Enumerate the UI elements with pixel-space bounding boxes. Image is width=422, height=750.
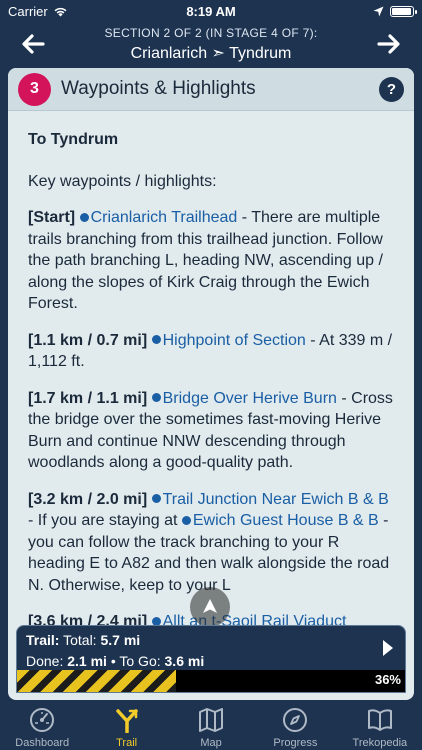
nav-title-block: SECTION 2 OF 2 (IN STAGE 4 OF 7): Crianl…	[66, 26, 356, 63]
card-body[interactable]: To Tyndrum Key waypoints / highlights: […	[8, 111, 414, 632]
dashboard-icon	[30, 708, 55, 732]
map-icon	[199, 708, 224, 732]
trail-total-prefix: Total:	[63, 632, 97, 648]
tab-dashboard[interactable]: Dashboard	[0, 700, 84, 750]
trail-label: Trail:	[26, 632, 60, 648]
trail-fork-icon	[115, 709, 138, 733]
status-right	[274, 5, 417, 17]
waypoint-dot-icon	[79, 212, 89, 222]
trail-done-label: Done:	[26, 653, 64, 669]
step-number-badge: 3	[18, 72, 51, 106]
tab-label: Trail	[116, 737, 138, 749]
next-section-button[interactable]	[356, 22, 422, 66]
waypoint-item: [1.1 km / 0.7 mi] Highpoint of Section -…	[28, 330, 394, 373]
waypoint-dot-icon	[181, 515, 191, 525]
navigation-triangle-icon	[203, 599, 217, 613]
help-button[interactable]: ?	[379, 76, 404, 102]
trail-progress-fill	[17, 670, 176, 692]
waypoint-distance: [1.7 km / 1.1 mi]	[28, 389, 148, 407]
route-title: Crianlarich ➣ Tyndrum	[66, 43, 356, 63]
trail-progress-bar: 36%	[17, 670, 405, 692]
tab-trail[interactable]: Trail	[84, 700, 168, 750]
previous-section-button[interactable]	[0, 22, 66, 66]
card-title: Waypoints & Highlights	[61, 78, 256, 99]
tab-trekopedia[interactable]: Trekopedia	[338, 700, 422, 750]
waypoint-item: [3.2 km / 2.0 mi] Trail Junction Near Ew…	[28, 489, 394, 597]
section-nav-header: SECTION 2 OF 2 (IN STAGE 4 OF 7): Crianl…	[0, 22, 422, 66]
status-bar: Carrier 8:19 AM	[0, 0, 422, 22]
trail-togo-value: 3.6 mi	[164, 653, 205, 669]
tab-map[interactable]: Map	[169, 700, 253, 750]
navigate-floating-button[interactable]	[190, 587, 230, 627]
arrow-right-icon	[377, 34, 400, 54]
waypoint-link-secondary[interactable]: Ewich Guest House B & B	[193, 512, 379, 529]
compass-icon	[283, 708, 308, 732]
status-time: 8:19 AM	[186, 3, 236, 19]
route-separator: ➣	[211, 44, 225, 62]
tab-label: Map	[200, 737, 222, 749]
arrow-left-icon	[22, 34, 45, 54]
intro-text: Key waypoints / highlights:	[28, 172, 217, 190]
status-left: Carrier	[8, 4, 148, 19]
route-to: Tyndrum	[229, 44, 292, 62]
waypoint-dot-icon	[151, 393, 161, 403]
trail-progress-percent: 36%	[374, 672, 401, 687]
carrier-label: Carrier	[8, 3, 48, 19]
trail-done-row: Done: 2.1 mi • To Go: 3.6 mi	[26, 651, 396, 672]
wifi-icon	[54, 7, 67, 16]
trail-total-value: 5.7 mi	[100, 632, 141, 648]
chevron-right-icon[interactable]	[381, 638, 395, 658]
waypoint-link[interactable]: Trail Junction Near Ewich B & B	[163, 491, 389, 508]
tab-label: Trekopedia	[352, 737, 408, 749]
tab-label: Progress	[273, 737, 318, 749]
section-indicator: SECTION 2 OF 2 (IN STAGE 4 OF 7):	[104, 25, 318, 40]
waypoint-item: [Start] Crianlarich Trailhead - There ar…	[28, 207, 394, 315]
card-header: 3 Waypoints & Highlights ?	[8, 68, 414, 111]
question-mark-icon: ?	[386, 80, 397, 98]
waypoint-distance: [3.2 km / 2.0 mi]	[28, 490, 148, 508]
book-icon	[367, 709, 392, 731]
battery-icon	[390, 5, 417, 17]
tab-progress[interactable]: Progress	[253, 700, 337, 750]
waypoint-distance: [1.1 km / 0.7 mi]	[28, 331, 148, 349]
route-from: Crianlarich	[130, 44, 208, 62]
waypoint-dot-icon	[151, 494, 161, 504]
waypoint-description: - If you are staying at	[28, 512, 182, 529]
trail-progress-panel[interactable]: Trail: Total: 5.7 mi Done: 2.1 mi • To G…	[16, 625, 406, 693]
trail-togo-label: • To Go:	[110, 653, 161, 669]
waypoint-link[interactable]: Bridge Over Herive Burn	[163, 390, 337, 407]
waypoint-link[interactable]: Highpoint of Section	[163, 332, 306, 349]
waypoint-item: [1.7 km / 1.1 mi] Bridge Over Herive Bur…	[28, 388, 394, 474]
waypoint-distance: [Start]	[28, 209, 76, 226]
location-arrow-icon	[373, 6, 384, 16]
bottom-tab-bar: Dashboard Trail Map Progress Trekopedia	[0, 700, 422, 750]
tab-label: Dashboard	[15, 737, 70, 749]
trail-done-value: 2.1 mi	[67, 653, 107, 669]
trail-total-row: Trail: Total: 5.7 mi	[26, 630, 396, 651]
waypoint-link[interactable]: Crianlarich Trailhead	[91, 209, 238, 226]
trail-stats: Trail: Total: 5.7 mi Done: 2.1 mi • To G…	[17, 626, 405, 672]
waypoint-dot-icon	[151, 335, 161, 345]
section-subtitle: To Tyndrum	[28, 131, 119, 148]
